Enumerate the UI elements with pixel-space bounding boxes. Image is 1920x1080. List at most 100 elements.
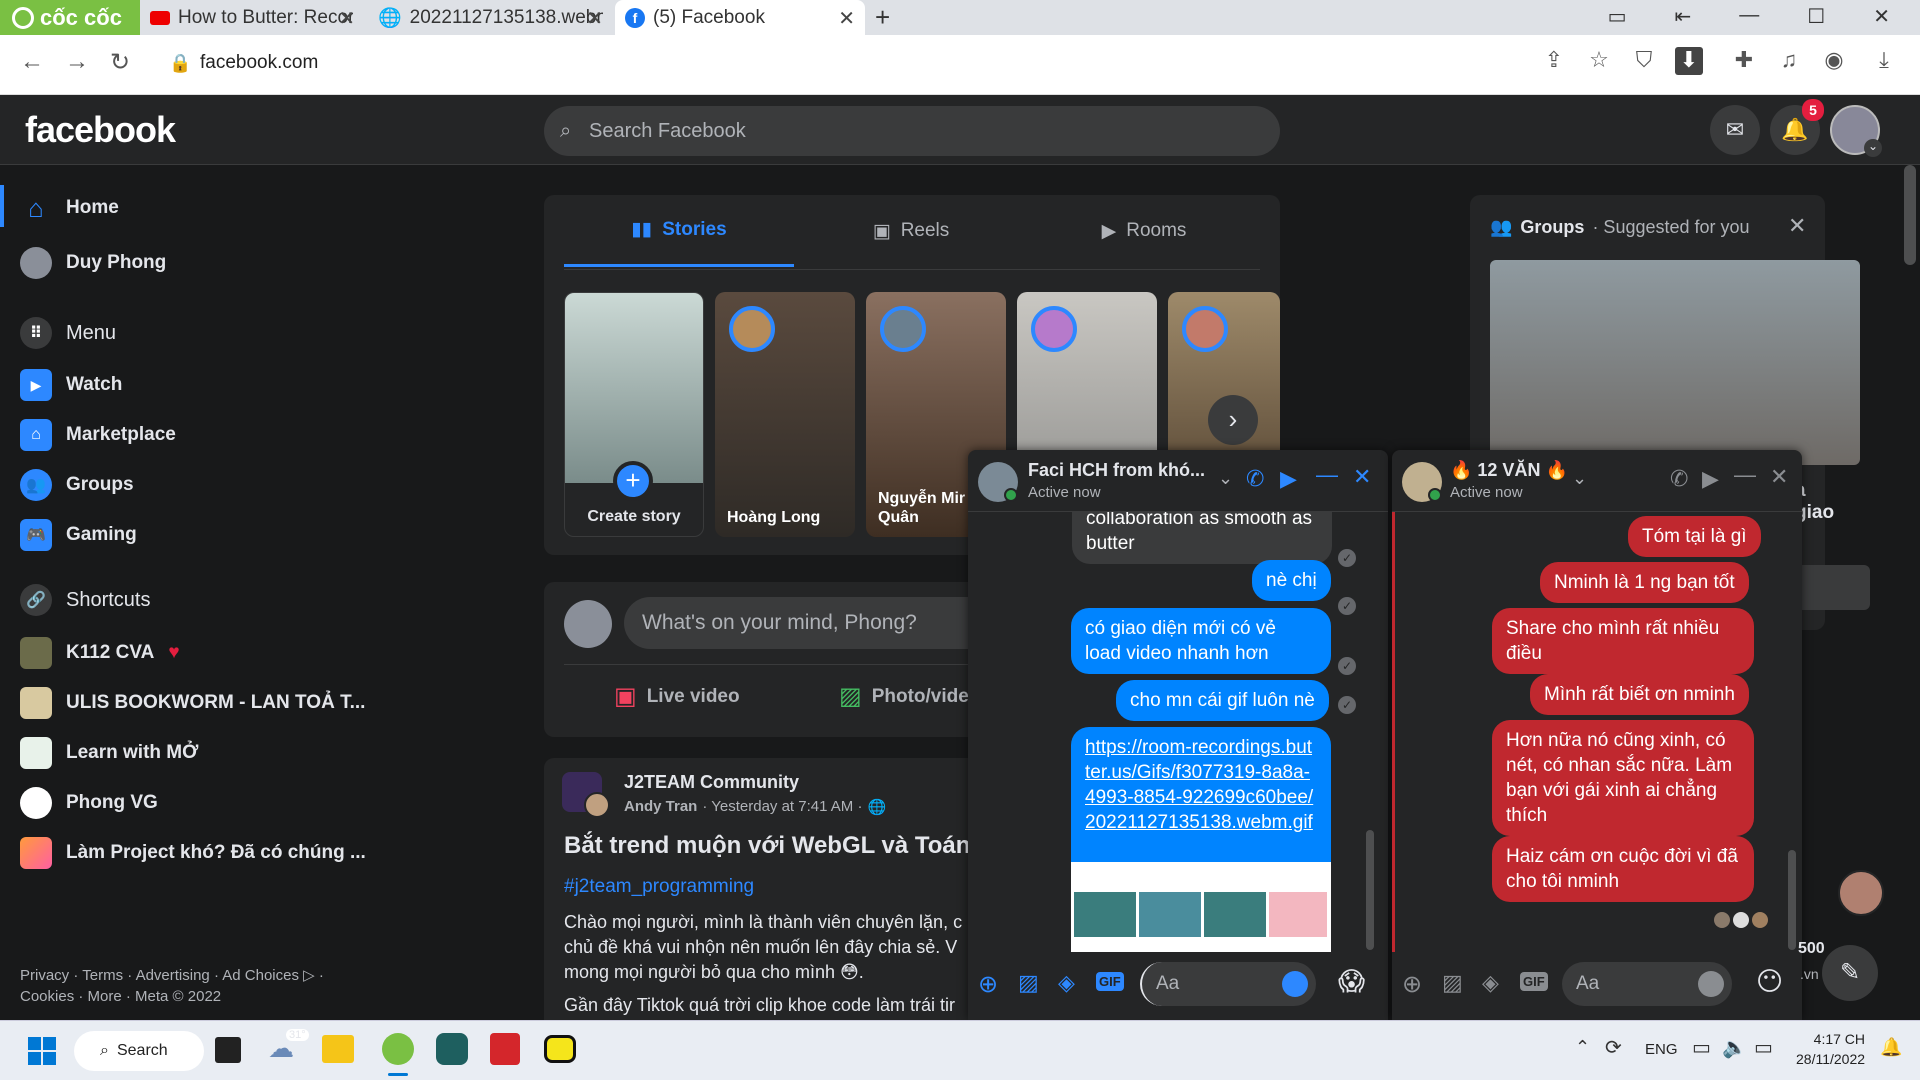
new-message-button[interactable]: ✎	[1822, 945, 1878, 1001]
reload-icon[interactable]: ↻	[110, 48, 130, 77]
battery-icon[interactable]: ▭	[1754, 1035, 1773, 1060]
message-input[interactable]: Aa	[1140, 962, 1316, 1006]
tab-facebook[interactable]: f (5) Facebook ✕	[615, 0, 865, 35]
post-group-name[interactable]: J2TEAM Community	[624, 772, 799, 793]
share-icon[interactable]: ⇪	[1540, 47, 1568, 75]
scrollbar[interactable]	[1788, 850, 1796, 950]
sidebar-item-watch[interactable]: ▶ Watch	[20, 363, 122, 407]
shortcut-item[interactable]: K112 CVA ♥	[20, 631, 180, 675]
shortcut-item[interactable]: ULIS BOOKWORM - LAN TOẢ T...	[20, 681, 365, 725]
notifications-button[interactable]: 🔔 5	[1770, 99, 1824, 155]
message-list[interactable]: Tóm tại là gì Nminh là 1 ng bạn tốt Shar…	[1392, 512, 1802, 952]
story-card[interactable]: Hoàng Long	[715, 292, 855, 537]
sidebar-item-gaming[interactable]: 🎮 Gaming	[20, 513, 137, 557]
minimize-icon[interactable]: —	[1739, 4, 1759, 29]
sticker-icon[interactable]: ◈	[1482, 970, 1499, 996]
tab-reels[interactable]: ▣ Reels	[796, 195, 1026, 267]
extensions-icon[interactable]: ✚	[1730, 47, 1758, 75]
account-avatar[interactable]: ⌄	[1830, 105, 1882, 157]
close-window-icon[interactable]: ✕	[1873, 4, 1890, 29]
profile-icon[interactable]: ◉	[1820, 47, 1848, 75]
back-history-icon[interactable]: ⇤	[1675, 4, 1692, 29]
group-cover-image[interactable]	[1490, 260, 1860, 465]
contact-bubble-avatar[interactable]	[1838, 870, 1884, 916]
language-indicator[interactable]: ENG	[1645, 1041, 1678, 1058]
sync-icon[interactable]: ⟳	[1605, 1035, 1622, 1060]
tab-gif[interactable]: 🌐 20221127135138.webm.gif (1 ✕	[368, 0, 613, 35]
file-explorer-icon[interactable]	[322, 1035, 354, 1063]
reaction-emoji-icon[interactable]: 😶	[1756, 966, 1783, 997]
chat-header[interactable]: Faci HCH from khó... Active now ⌄ ✆ ▶ — …	[968, 450, 1388, 512]
message-input[interactable]: Aa	[1562, 962, 1732, 1006]
message-list[interactable]: collaboration as smooth as butter ✓ nè c…	[968, 512, 1388, 952]
shortcut-item[interactable]: Learn with MỞ	[20, 731, 198, 775]
tab-youtube[interactable]: How to Butter: Recording yo ✕	[140, 0, 365, 35]
notes-app-icon[interactable]	[544, 1035, 576, 1063]
shortcut-item[interactable]: Làm Project khó? Đã có chúng ...	[20, 831, 366, 875]
close-tab-icon[interactable]: ✕	[586, 6, 603, 31]
notification-center-icon[interactable]: 🔔	[1880, 1037, 1902, 1058]
plus-circle-icon[interactable]: ⊕	[978, 970, 998, 999]
photo-video-button[interactable]: ▨ Photo/vide	[839, 682, 969, 711]
shortcut-item[interactable]: Phong VG	[20, 781, 158, 825]
minimize-chat-icon[interactable]: —	[1734, 462, 1756, 488]
sidebar-item-menu[interactable]: ⠿ Menu	[20, 311, 116, 355]
search-input[interactable]: ⌕ Search Facebook	[544, 106, 1280, 156]
scrollbar[interactable]	[1366, 830, 1374, 950]
close-tab-icon[interactable]: ✕	[338, 6, 355, 31]
sidebar-item-groups[interactable]: 👥 Groups	[20, 463, 134, 507]
emoji-icon[interactable]	[1282, 971, 1308, 997]
windows-start-icon[interactable]	[28, 1037, 56, 1065]
volume-icon[interactable]: 🔈	[1722, 1035, 1747, 1060]
forward-icon[interactable]: →	[65, 48, 89, 76]
taskbar-search[interactable]: ⌕ Search	[74, 1031, 204, 1071]
phone-icon[interactable]: ✆	[1246, 466, 1264, 492]
chevron-down-icon[interactable]: ⌄	[1572, 468, 1587, 489]
star-icon[interactable]: ☆	[1585, 47, 1613, 75]
sidebar-item-profile[interactable]: Duy Phong	[20, 241, 166, 285]
download-box-icon[interactable]: ⬇	[1675, 47, 1703, 75]
post-author[interactable]: Andy Tran	[624, 798, 697, 816]
close-icon[interactable]: ✕	[1788, 213, 1806, 239]
image-icon[interactable]: ▨	[1018, 970, 1039, 996]
facebook-logo[interactable]: facebook	[25, 109, 176, 151]
tab-rooms[interactable]: ▶ Rooms	[1029, 195, 1259, 267]
video-call-icon[interactable]: ▶	[1280, 466, 1297, 492]
create-story-card[interactable]: + Create story	[564, 292, 704, 537]
post-hashtag[interactable]: #j2team_programming	[564, 876, 754, 898]
emoji-icon[interactable]	[1698, 971, 1724, 997]
sidebar-item-marketplace[interactable]: ⌂ Marketplace	[20, 413, 176, 457]
chat-contact-name[interactable]: Faci HCH from khó...	[1028, 460, 1205, 481]
sidebar-item-home[interactable]: ⌂ Home	[20, 186, 119, 230]
phone-icon[interactable]: ✆	[1670, 466, 1688, 492]
close-chat-icon[interactable]: ✕	[1770, 464, 1788, 490]
video-call-icon[interactable]: ▶	[1702, 466, 1719, 492]
image-icon[interactable]: ▨	[1442, 970, 1463, 996]
message-link[interactable]: https://room-recordings.butter.us/Gifs/f…	[1071, 727, 1331, 862]
live-video-button[interactable]: ▣ Live video	[614, 682, 740, 711]
screenshot-icon[interactable]: ▭	[1608, 4, 1627, 29]
chat-header[interactable]: 🔥 12 VĂN 🔥 Active now ⌄ ✆ ▶ — ✕	[1392, 450, 1802, 512]
link-message[interactable]: https://room-recordings.butter.us/Gifs/f…	[1071, 727, 1331, 952]
address-bar[interactable]: 🔒 facebook.com	[155, 43, 1555, 83]
messenger-button[interactable]: ✉	[1710, 105, 1760, 155]
minimize-chat-icon[interactable]: —	[1316, 462, 1338, 488]
sticker-icon[interactable]: ◈	[1058, 970, 1075, 996]
plus-circle-icon[interactable]: ⊕	[1402, 970, 1422, 999]
maximize-icon[interactable]: ☐	[1807, 4, 1825, 29]
downloads-icon[interactable]: ⤓	[1870, 47, 1898, 75]
gif-icon[interactable]: GIF	[1520, 972, 1548, 991]
close-tab-icon[interactable]: ✕	[838, 6, 855, 31]
display-icon[interactable]: ▭	[1692, 1035, 1711, 1060]
footer-line[interactable]: Privacy · Terms · Advertising · Ad Choic…	[20, 965, 324, 986]
footer-line[interactable]: Cookies · More · Meta © 2022	[20, 986, 324, 1007]
gif-icon[interactable]: GIF	[1096, 972, 1124, 991]
chevron-up-icon[interactable]: ⌃	[1575, 1037, 1590, 1058]
pdf-icon[interactable]	[490, 1033, 520, 1065]
chat-contact-name[interactable]: 🔥 12 VĂN 🔥	[1450, 460, 1568, 481]
task-view-icon[interactable]	[215, 1037, 241, 1063]
coccoc-browser-icon[interactable]	[382, 1033, 414, 1065]
browser-brand-logo[interactable]: cốc cốc	[0, 0, 140, 35]
clock[interactable]: 4:17 CH 28/11/2022	[1796, 1029, 1865, 1069]
shield-icon[interactable]: ⛉	[1630, 47, 1658, 75]
